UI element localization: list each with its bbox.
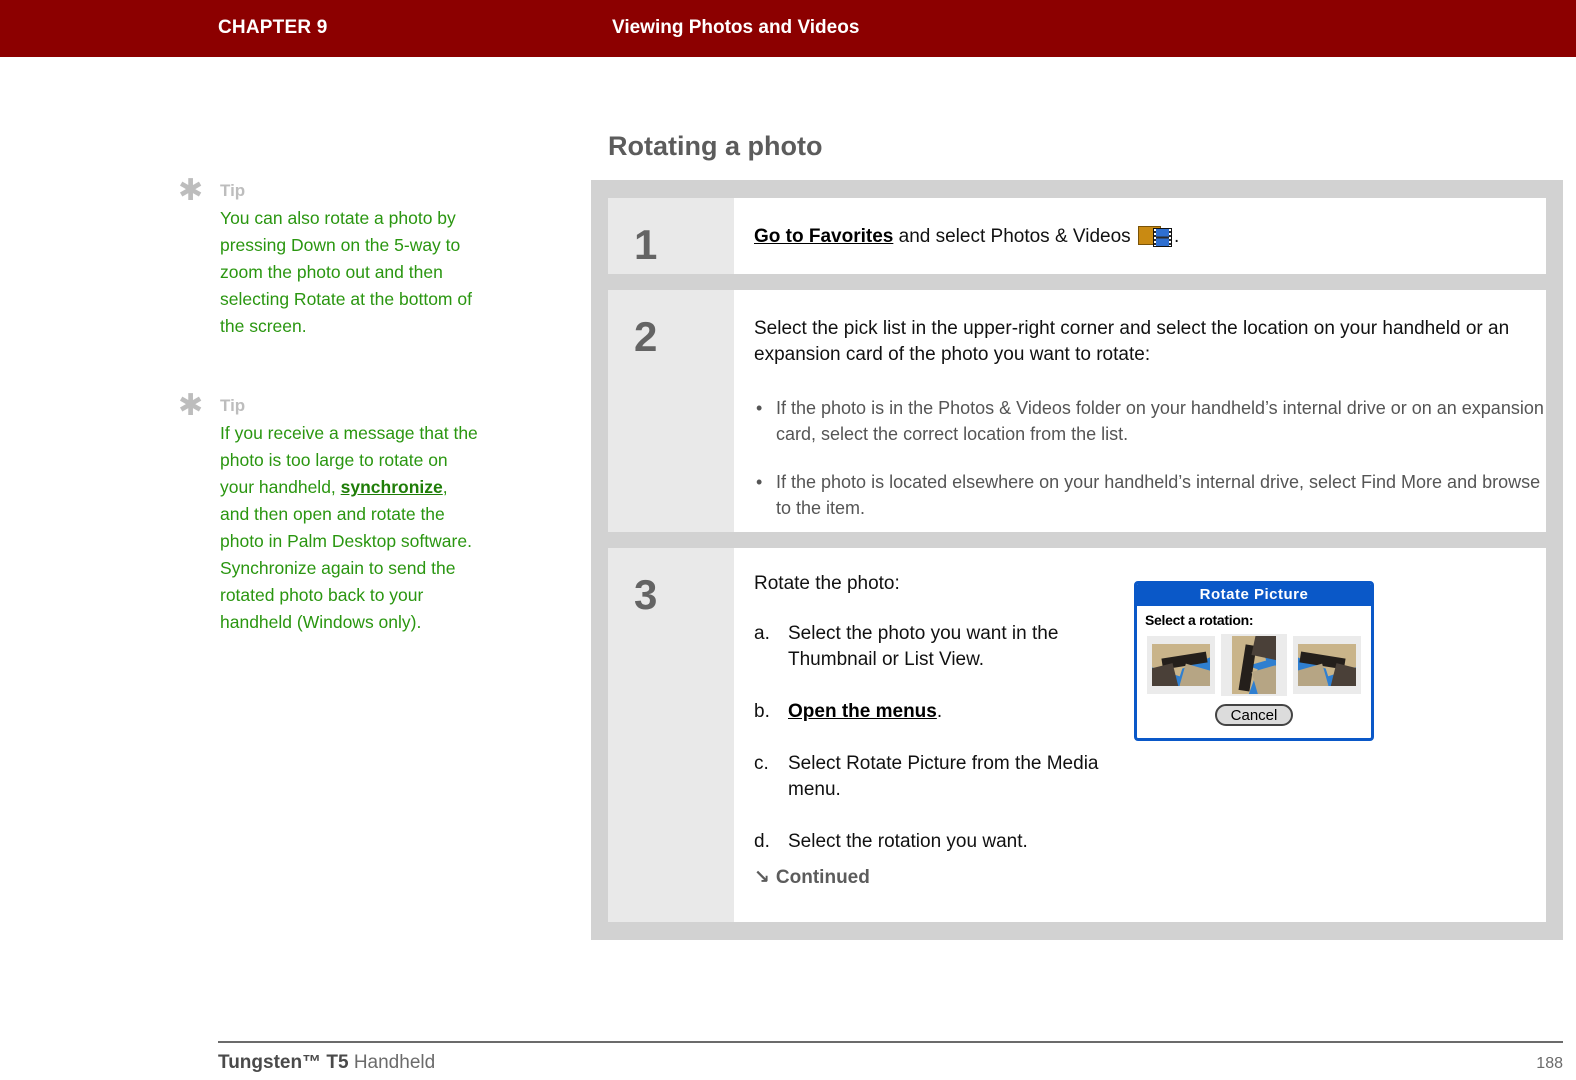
- dialog-prompt: Select a rotation:: [1145, 612, 1254, 628]
- thumbnail-image: [1152, 644, 1210, 686]
- filmstrip-frames: [1155, 229, 1169, 246]
- bullet-text: If the photo is located elsewhere on you…: [776, 472, 1541, 518]
- dialog-title: Rotate Picture: [1137, 584, 1371, 606]
- item-marker: c.: [754, 753, 769, 774]
- page-number: 188: [1536, 1055, 1563, 1072]
- step-number: 2: [634, 313, 658, 360]
- page-title: Rotating a photo: [608, 131, 823, 161]
- step-1-text: Go to Favorites and select Photos & Vide…: [754, 225, 1179, 248]
- list-item: • If the photo is located elsewhere on y…: [754, 469, 1544, 521]
- item-marker: d.: [754, 831, 770, 852]
- main-content: Rotating a photo 1 Go to Favorites and s…: [0, 0, 1576, 1080]
- arrow-down-right-icon: ↘: [754, 866, 770, 888]
- dialog-actions: Cancel: [1137, 704, 1371, 726]
- open-the-menus-link[interactable]: Open the menus: [788, 701, 937, 722]
- step-1-trailing: .: [1173, 226, 1180, 247]
- step-3-lead: Rotate the photo:: [754, 573, 900, 594]
- step-number-column: 1: [608, 198, 734, 274]
- product-name: Tungsten™ T5: [218, 1052, 349, 1073]
- footer-product: Tungsten™ T5 Handheld: [218, 1052, 435, 1074]
- step-3: 3 Rotate the photo: a. Select the photo …: [608, 548, 1546, 922]
- step-number-column: 2: [608, 290, 734, 532]
- rotation-option-landscape-left[interactable]: [1147, 636, 1215, 694]
- step-body: Go to Favorites and select Photos & Vide…: [734, 198, 1546, 274]
- thumbnail-image: [1232, 636, 1276, 694]
- bullet-icon: •: [756, 472, 763, 492]
- item-text: Select Rotate Picture from the Media men…: [788, 753, 1099, 800]
- rotation-option-landscape-right[interactable]: [1293, 636, 1361, 694]
- step-number-column: 3: [608, 548, 734, 922]
- step-1: 1 Go to Favorites and select Photos & Vi…: [608, 198, 1546, 274]
- cancel-button[interactable]: Cancel: [1214, 704, 1294, 726]
- step-number: 1: [634, 221, 658, 268]
- item-marker: b.: [754, 701, 770, 722]
- step-body: Select the pick list in the upper-right …: [734, 290, 1546, 532]
- step-body: Rotate the photo: a. Select the photo yo…: [734, 548, 1546, 922]
- bullet-icon: •: [756, 398, 763, 418]
- step-3-instructions: Rotate the photo: a. Select the photo yo…: [754, 573, 1114, 881]
- list-item: c. Select Rotate Picture from the Media …: [754, 751, 1114, 803]
- item-text: Select the photo you want in the Thumbna…: [788, 623, 1059, 670]
- filmstrip-icon: [1152, 228, 1172, 247]
- step-2-lead: Select the pick list in the upper-right …: [754, 318, 1510, 365]
- continued-text: Continued: [775, 867, 870, 888]
- step-2-bullets: • If the photo is in the Photos & Videos…: [754, 395, 1544, 543]
- product-suffix: Handheld: [348, 1052, 436, 1073]
- continued-label: ↘ Continued: [754, 866, 870, 889]
- list-item: a. Select the photo you want in the Thum…: [754, 621, 1114, 673]
- item-text: Select the rotation you want.: [788, 831, 1028, 852]
- steps-container: 1 Go to Favorites and select Photos & Vi…: [591, 180, 1563, 940]
- go-to-favorites-link[interactable]: Go to Favorites: [754, 226, 893, 247]
- step-number: 3: [634, 571, 658, 618]
- list-item: b. Open the menus.: [754, 699, 1114, 725]
- thumbnail-image: [1298, 644, 1356, 686]
- step-1-text-after: and select Photos & Videos: [893, 226, 1136, 247]
- footer-divider: [218, 1041, 1563, 1043]
- list-item: d. Select the rotation you want.: [754, 829, 1114, 855]
- item-text-after: .: [936, 701, 943, 722]
- rotation-option-portrait[interactable]: [1221, 634, 1287, 696]
- rotate-picture-dialog: Rotate Picture Select a rotation: Cancel: [1134, 581, 1374, 741]
- rotation-options: [1147, 634, 1361, 696]
- photos-and-videos-icon: [1137, 225, 1172, 247]
- step-2: 2 Select the pick list in the upper-righ…: [608, 290, 1546, 532]
- bullet-text: If the photo is in the Photos & Videos f…: [776, 398, 1544, 444]
- list-item: • If the photo is in the Photos & Videos…: [754, 395, 1544, 447]
- item-marker: a.: [754, 623, 770, 644]
